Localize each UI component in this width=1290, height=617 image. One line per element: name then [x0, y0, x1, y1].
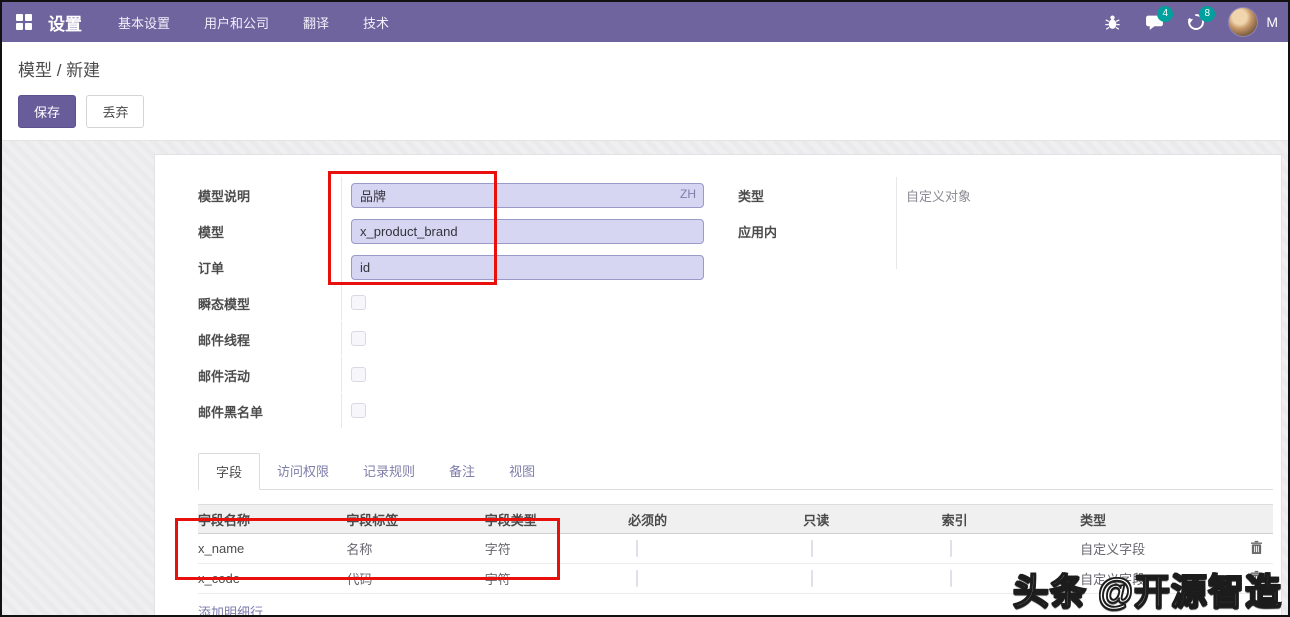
mail-activity-checkbox[interactable]: [351, 367, 366, 382]
tab-fields[interactable]: 字段: [198, 453, 261, 490]
navbar-menu: 基本设置 用户和公司 翻译 技术: [118, 13, 389, 32]
notebook-tabs: 字段 访问权限 记录规则 备注 视图: [198, 453, 1273, 490]
header-required: 必须的: [628, 512, 668, 528]
transient-model-label: 瞬态模型: [198, 296, 251, 312]
in-apps-label: 应用内: [738, 224, 778, 240]
form-top-groups: 模型说明 ZH 模型 订单: [198, 177, 1273, 429]
header-field-name: 字段名称: [198, 512, 251, 528]
add-line-link[interactable]: 添加明细行: [198, 594, 263, 615]
model-description-input[interactable]: [351, 182, 704, 208]
row-field-name: x_name: [198, 541, 245, 556]
model-name-label: 模型: [198, 224, 225, 240]
readonly-checkbox[interactable]: [811, 570, 814, 587]
menu-item-general-settings[interactable]: 基本设置: [118, 13, 170, 32]
control-panel: 模型 / 新建 保存 丢弃: [2, 42, 1288, 141]
form-group-left: 模型说明 ZH 模型 订单: [198, 177, 704, 429]
header-indexed: 索引: [941, 512, 968, 528]
indexed-checkbox[interactable]: [949, 540, 952, 557]
tab-record-rules[interactable]: 记录规则: [346, 453, 432, 489]
save-button[interactable]: 保存: [18, 95, 77, 128]
model-technical-name-input[interactable]: [351, 218, 704, 244]
translation-lang-tag[interactable]: ZH: [680, 187, 696, 201]
breadcrumb-current: 新建: [66, 61, 101, 80]
required-checkbox[interactable]: [636, 540, 639, 557]
mail-thread-label: 邮件线程: [198, 332, 251, 348]
required-checkbox[interactable]: [636, 570, 639, 587]
tab-notes[interactable]: 备注: [432, 453, 492, 489]
odoo-settings-window: 设置 基本设置 用户和公司 翻译 技术 4 8 M 模型 / 新建 保存 丢弃 …: [0, 0, 1290, 617]
row-field-type: 字符: [484, 542, 511, 557]
order-input[interactable]: [351, 254, 704, 280]
content-area: 模型说明 ZH 模型 订单: [2, 141, 1288, 615]
breadcrumb-separator: /: [52, 61, 67, 80]
header-category: 类型: [1080, 512, 1107, 528]
row-category: 自定义字段: [1080, 542, 1146, 557]
tab-access-rights[interactable]: 访问权限: [260, 453, 346, 489]
trash-icon[interactable]: [1250, 540, 1263, 558]
activity-clock-icon[interactable]: 8: [1186, 6, 1216, 32]
menu-item-users-companies[interactable]: 用户和公司: [204, 13, 269, 32]
chat-count-badge: 4: [1157, 6, 1174, 22]
watermark-text: 头条 @开源智造: [1012, 570, 1282, 613]
model-description-label: 模型说明: [198, 188, 251, 204]
apps-grid-icon[interactable]: [16, 14, 32, 30]
breadcrumb: 模型 / 新建: [18, 56, 1272, 81]
bug-icon[interactable]: [1102, 12, 1122, 32]
mail-blacklist-label: 邮件黑名单: [198, 404, 264, 420]
app-title-settings[interactable]: 设置: [48, 10, 82, 35]
mail-blacklist-checkbox[interactable]: [351, 403, 366, 418]
mail-activity-label: 邮件活动: [198, 368, 251, 384]
order-label: 订单: [198, 260, 225, 276]
menu-item-technical[interactable]: 技术: [363, 13, 389, 32]
menu-item-translations[interactable]: 翻译: [303, 13, 329, 32]
header-readonly: 只读: [803, 512, 830, 528]
table-row[interactable]: x_name 名称 字符 自定义字段: [198, 534, 1273, 564]
row-field-label: 名称: [346, 542, 373, 557]
activity-count-badge: 8: [1199, 6, 1216, 22]
user-name[interactable]: M: [1266, 14, 1278, 30]
breadcrumb-models-link[interactable]: 模型: [18, 61, 52, 80]
indexed-checkbox[interactable]: [949, 570, 952, 587]
discard-button[interactable]: 丢弃: [86, 95, 145, 128]
readonly-checkbox[interactable]: [811, 540, 814, 557]
header-field-type: 字段类型: [484, 512, 537, 528]
type-label: 类型: [738, 188, 765, 204]
row-field-label: 代码: [346, 572, 373, 587]
mail-thread-checkbox[interactable]: [351, 331, 366, 346]
type-value: 自定义对象: [906, 188, 972, 204]
header-field-label: 字段标签: [346, 512, 399, 528]
row-field-name: x_code: [198, 571, 240, 586]
chat-bubble-icon[interactable]: 4: [1144, 6, 1174, 32]
table-header-row: 字段名称 字段标签 字段类型 必须的 只读 索引 类型: [198, 504, 1273, 534]
top-navbar: 设置 基本设置 用户和公司 翻译 技术 4 8 M: [2, 2, 1288, 42]
tab-views[interactable]: 视图: [492, 453, 552, 489]
row-field-type: 字符: [484, 572, 511, 587]
form-sheet: 模型说明 ZH 模型 订单: [154, 154, 1282, 615]
form-group-right: 类型 自定义对象 应用内: [738, 177, 1273, 429]
navbar-right: 4 8 M: [1102, 6, 1278, 37]
transient-model-checkbox[interactable]: [351, 295, 366, 310]
user-avatar[interactable]: [1228, 7, 1259, 37]
